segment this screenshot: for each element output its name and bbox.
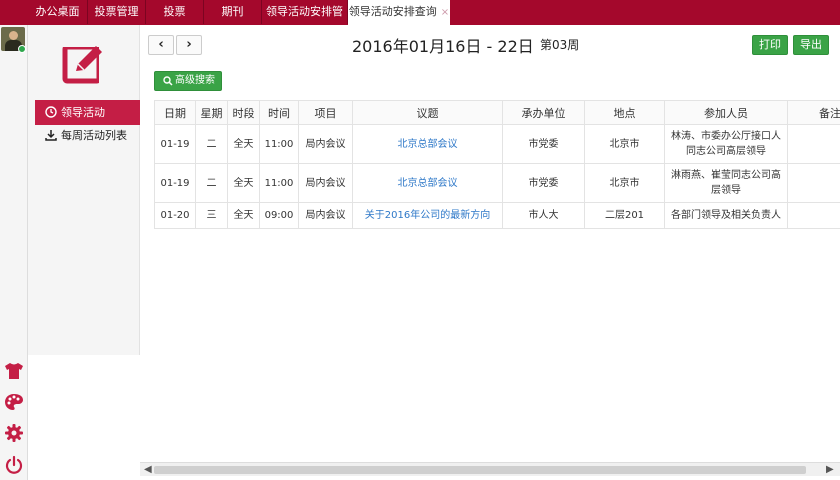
cell-people: 各部门领导及相关负责人	[664, 202, 788, 229]
cell-org: 市党委	[502, 124, 585, 164]
col-org[interactable]: 承办单位	[502, 100, 585, 125]
cell-place: 北京市	[584, 163, 665, 203]
edit-icon	[62, 41, 106, 85]
topic-link[interactable]: 北京总部会议	[398, 139, 458, 150]
col-place[interactable]: 地点	[584, 100, 665, 125]
export-button[interactable]: 导出	[793, 35, 829, 55]
cell-time: 11:00	[259, 124, 299, 164]
topic-link[interactable]: 关于2016年公司的最新方向	[365, 210, 490, 221]
cell-people: 淋雨燕、崔莹同志公司高层领导	[664, 163, 788, 203]
col-weekday[interactable]: 星期	[195, 100, 228, 125]
scroll-right-icon[interactable]: ▶	[826, 464, 834, 475]
col-period[interactable]: 时段	[227, 100, 260, 125]
icon-strip	[0, 25, 28, 480]
cell-date: 01-20	[154, 202, 196, 229]
table-row[interactable]: 01-20 三 全天 09:00 局内会议 关于2016年公司的最新方向 市人大…	[154, 202, 840, 229]
cell-item: 局内会议	[298, 124, 353, 164]
cell-weekday: 二	[195, 124, 228, 164]
cell-topic: 关于2016年公司的最新方向	[352, 202, 503, 229]
print-button[interactable]: 打印	[752, 35, 788, 55]
tab-vote[interactable]: 投票	[146, 0, 204, 24]
cell-date: 01-19	[154, 124, 196, 164]
horizontal-scrollbar[interactable]: ◀ ▶	[140, 462, 840, 476]
sidebar-item-weekly-list[interactable]: 每周活动列表	[35, 123, 140, 148]
download-icon	[45, 130, 57, 141]
col-time[interactable]: 时间	[259, 100, 299, 125]
scroll-left-icon[interactable]: ◀	[144, 464, 152, 475]
top-tab-bar: 办公桌面 投票管理 投票 期刊 领导活动安排管理 领导活动安排查询 ×	[0, 0, 840, 42]
col-people[interactable]: 参加人员	[664, 100, 788, 125]
prev-week-button[interactable]: ‹	[148, 35, 174, 55]
cell-weekday: 二	[195, 163, 228, 203]
palette-icon[interactable]	[4, 392, 24, 412]
table-row[interactable]: 01-19 二 全天 11:00 局内会议 北京总部会议 市党委 北京市 林涛、…	[154, 124, 840, 164]
next-week-button[interactable]: ›	[176, 35, 202, 55]
cell-place: 二层201	[584, 202, 665, 229]
cell-period: 全天	[227, 124, 260, 164]
cell-item: 局内会议	[298, 202, 353, 229]
cell-topic: 北京总部会议	[352, 163, 503, 203]
sidebar-item-leader-activity[interactable]: 领导活动	[35, 100, 140, 125]
gear-icon[interactable]	[4, 423, 24, 443]
clock-icon	[45, 106, 57, 118]
cell-org: 市人大	[502, 202, 585, 229]
cell-topic: 北京总部会议	[352, 124, 503, 164]
cell-note	[787, 124, 840, 164]
col-date[interactable]: 日期	[154, 100, 196, 125]
shirt-icon[interactable]	[4, 361, 24, 381]
cell-note	[787, 202, 840, 229]
advanced-search-button[interactable]: 高级搜索	[154, 71, 222, 91]
cell-place: 北京市	[584, 124, 665, 164]
table-row[interactable]: 01-19 二 全天 11:00 局内会议 北京总部会议 市党委 北京市 淋雨燕…	[154, 163, 840, 203]
tab-vote-management[interactable]: 投票管理	[88, 0, 146, 24]
sidebar: 领导活动 每周活动列表	[28, 25, 140, 355]
search-label: 高级搜索	[175, 75, 215, 86]
tab-leader-activity-management[interactable]: 领导活动安排管理	[262, 0, 348, 42]
col-item[interactable]: 项目	[298, 100, 353, 125]
cell-item: 局内会议	[298, 163, 353, 203]
tab-office-desktop[interactable]: 办公桌面	[28, 0, 88, 24]
cell-time: 11:00	[259, 163, 299, 203]
cell-org: 市党委	[502, 163, 585, 203]
col-note[interactable]: 备注	[787, 100, 840, 125]
search-icon	[163, 76, 173, 86]
activity-table: 日期 星期 时段 时间 项目 议题 承办单位 地点 参加人员 备注 01-19 …	[154, 100, 840, 230]
cell-note	[787, 163, 840, 203]
table-header-row: 日期 星期 时段 时间 项目 议题 承办单位 地点 参加人员 备注	[154, 100, 840, 125]
tab-leader-activity-query[interactable]: 领导活动安排查询 ×	[348, 0, 450, 25]
cell-period: 全天	[227, 163, 260, 203]
close-icon[interactable]: ×	[441, 7, 449, 18]
week-number: 第03周	[540, 38, 580, 52]
date-range: 2016年01月16日 - 22日	[352, 37, 534, 56]
power-icon[interactable]	[4, 455, 24, 475]
cell-time: 09:00	[259, 202, 299, 229]
online-status-icon	[18, 45, 26, 53]
sidebar-item-label: 每周活动列表	[61, 129, 127, 142]
topic-link[interactable]: 北京总部会议	[398, 178, 458, 189]
sidebar-item-label: 领导活动	[61, 106, 105, 119]
cell-period: 全天	[227, 202, 260, 229]
cell-date: 01-19	[154, 163, 196, 203]
cell-weekday: 三	[195, 202, 228, 229]
cell-people: 林涛、市委办公厅接口人同志公司高层领导	[664, 124, 788, 164]
col-topic[interactable]: 议题	[352, 100, 503, 125]
scrollbar-thumb[interactable]	[154, 466, 806, 474]
tab-label: 领导活动安排查询	[348, 5, 437, 18]
tab-journal[interactable]: 期刊	[204, 0, 262, 24]
